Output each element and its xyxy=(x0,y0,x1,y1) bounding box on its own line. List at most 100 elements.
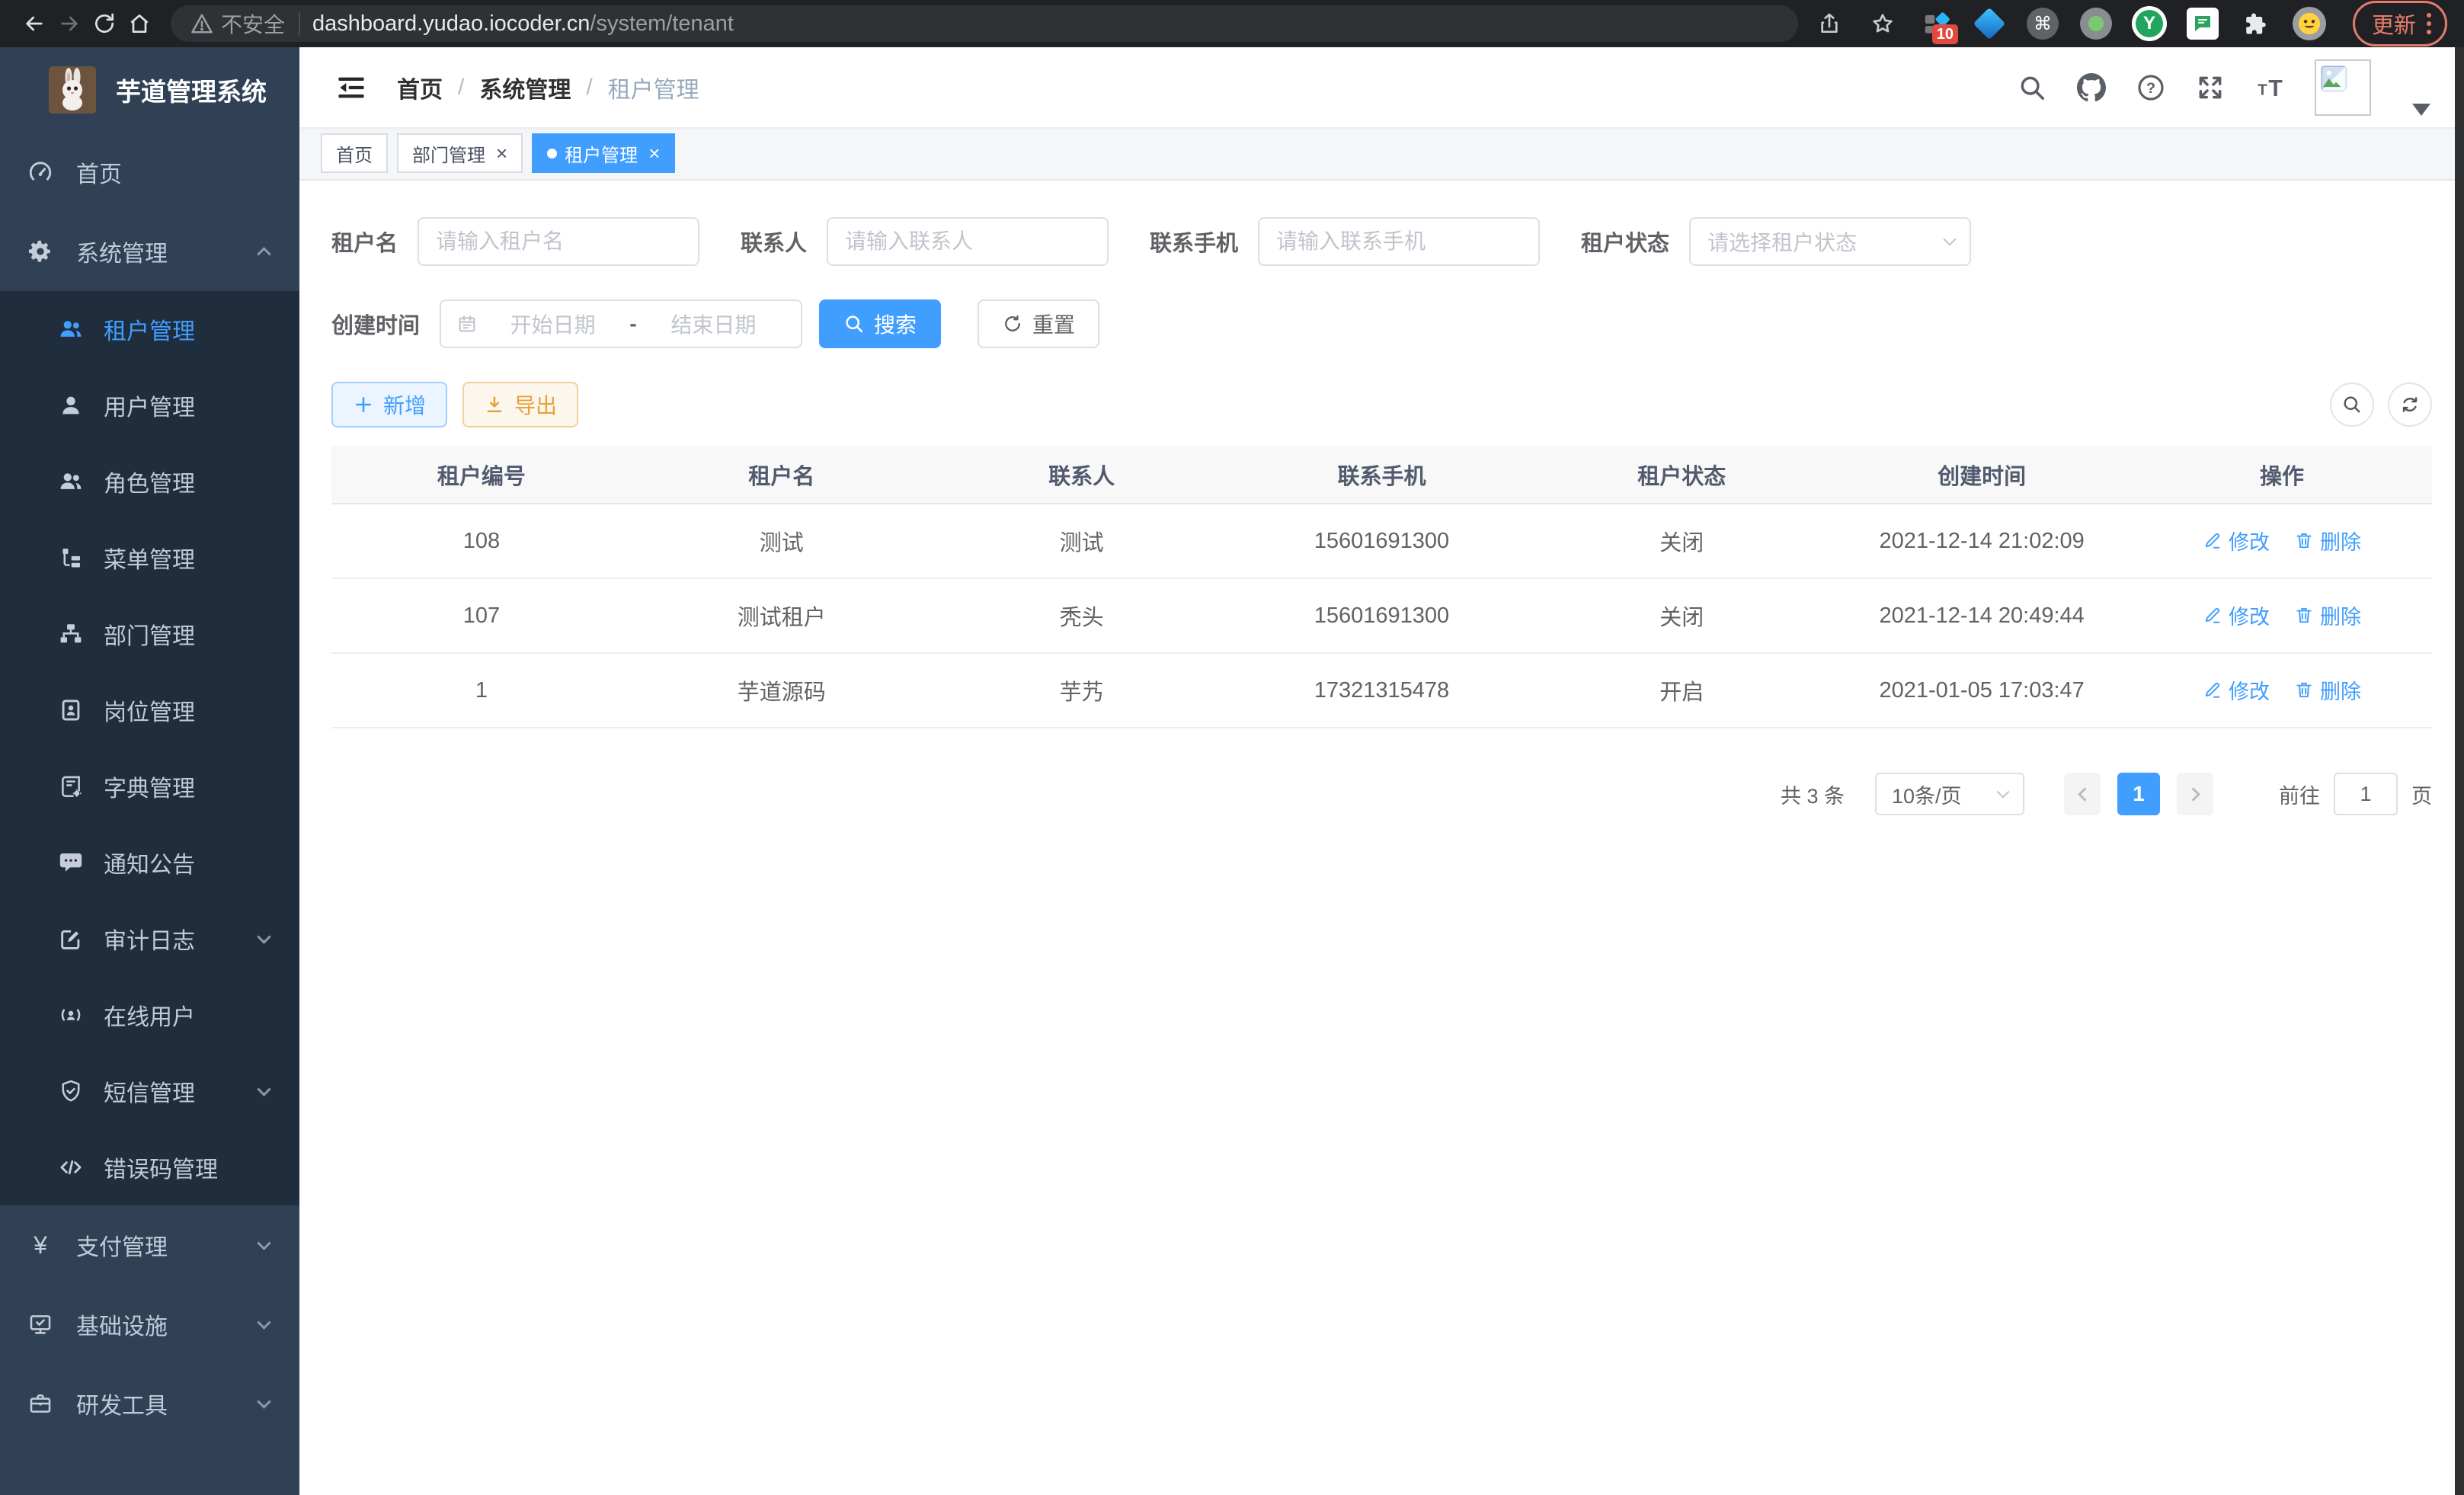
col-actions: 操作 xyxy=(2132,446,2432,504)
bookmark-button[interactable] xyxy=(1865,6,1900,41)
browser-reload-button[interactable] xyxy=(87,6,122,41)
chat-icon xyxy=(2191,12,2214,35)
mobile-input[interactable] xyxy=(1258,217,1540,266)
search-button[interactable]: 搜索 xyxy=(819,299,941,348)
sidebar-item-post[interactable]: 岗位管理 xyxy=(0,672,299,748)
cell-mobile: 15601691300 xyxy=(1232,578,1532,653)
sidebar-item-role[interactable]: 角色管理 xyxy=(0,443,299,520)
github-link[interactable] xyxy=(2077,73,2106,102)
extension-y-icon[interactable]: Y xyxy=(2132,6,2167,41)
sidebar-item-infrastructure[interactable]: 基础设施 xyxy=(0,1285,299,1364)
delete-row-button[interactable]: 删除 xyxy=(2294,526,2361,555)
chevron-down-icon xyxy=(259,934,269,944)
browser-forward-button[interactable] xyxy=(52,6,87,41)
browser-home-button[interactable] xyxy=(122,6,157,41)
tenant-name-input[interactable] xyxy=(418,217,699,266)
close-icon[interactable]: × xyxy=(496,143,507,163)
extension-dot-icon[interactable] xyxy=(2078,6,2114,41)
page-1-button[interactable]: 1 xyxy=(2117,773,2160,815)
breadcrumb-home[interactable]: 首页 xyxy=(397,71,443,104)
contact-input[interactable] xyxy=(827,217,1109,266)
prev-page-button[interactable] xyxy=(2064,773,2101,815)
extension-sketch-icon[interactable] xyxy=(1972,6,2007,41)
page-size-select[interactable]: 10条/页 xyxy=(1875,773,2024,815)
reset-button[interactable]: 重置 xyxy=(978,299,1099,348)
sidebar-collapse-button[interactable] xyxy=(322,72,380,103)
cell-tenant-name: 测试租户 xyxy=(632,578,932,653)
status-select[interactable]: 请选择租户状态 xyxy=(1689,217,1971,266)
start-date-placeholder: 开始日期 xyxy=(481,309,625,339)
sidebar-item-dict[interactable]: 字典管理 xyxy=(0,748,299,824)
table-row: 1 芋道源码 芋艿 17321315478 开启 2021-01-05 17:0… xyxy=(331,653,2432,728)
edit-row-button[interactable]: 修改 xyxy=(2203,600,2270,630)
refresh-table-button[interactable] xyxy=(2388,383,2432,427)
browser-scrollbar[interactable] xyxy=(2455,47,2464,1495)
sidebar-item-payment[interactable]: ¥ 支付管理 xyxy=(0,1205,299,1285)
sidebar-item-audit-log[interactable]: 审计日志 xyxy=(0,901,299,977)
sidebar-item-menu[interactable]: 菜单管理 xyxy=(0,520,299,596)
app-logo[interactable]: 芋道管理系统 xyxy=(0,47,299,133)
sidebar-item-user[interactable]: 用户管理 xyxy=(0,367,299,443)
users-icon xyxy=(58,316,84,342)
breadcrumb-system[interactable]: 系统管理 xyxy=(479,71,571,104)
browser-update-button[interactable]: 更新 xyxy=(2353,1,2447,46)
date-separator: - xyxy=(625,312,641,336)
sidebar-item-online-user[interactable]: 在线用户 xyxy=(0,977,299,1053)
cell-actions: 修改删除 xyxy=(2132,578,2432,653)
chevron-down-icon xyxy=(259,1399,269,1409)
reload-icon xyxy=(92,11,117,36)
sidebar-item-label: 通知公告 xyxy=(104,846,195,879)
fullscreen-button[interactable] xyxy=(2196,73,2225,102)
tab-dept[interactable]: 部门管理 × xyxy=(397,133,523,173)
edit-row-button[interactable]: 修改 xyxy=(2203,675,2270,705)
browser-back-button[interactable] xyxy=(17,6,52,41)
avatar-dropdown-caret[interactable] xyxy=(2412,104,2430,116)
create-time-range-picker[interactable]: 开始日期 - 结束日期 xyxy=(440,299,802,348)
cell-created: 2021-12-14 20:49:44 xyxy=(1832,578,2132,653)
close-icon[interactable]: × xyxy=(648,143,660,163)
extension-chat-icon[interactable] xyxy=(2185,6,2220,41)
sidebar-item-system[interactable]: 系统管理 xyxy=(0,212,299,291)
goto-page-input[interactable] xyxy=(2334,773,2398,815)
browser-menu-icon[interactable] xyxy=(2427,13,2431,34)
cell-status: 关闭 xyxy=(1531,578,1832,653)
col-status: 租户状态 xyxy=(1531,446,1832,504)
delete-row-button[interactable]: 删除 xyxy=(2294,675,2361,705)
avatar[interactable] xyxy=(2315,59,2371,116)
show-search-toggle-button[interactable] xyxy=(2330,383,2374,427)
cell-tenant-id: 107 xyxy=(331,578,632,653)
sidebar-item-notice[interactable]: 通知公告 xyxy=(0,824,299,901)
tab-home[interactable]: 首页 xyxy=(321,133,388,173)
search-button-label: 搜索 xyxy=(874,309,917,339)
extension-emoji-icon[interactable] xyxy=(2292,6,2327,41)
sidebar-item-dept[interactable]: 部门管理 xyxy=(0,596,299,672)
url-bar[interactable]: 不安全 dashboard.yudao.iocoder.cn/system/te… xyxy=(171,5,1798,42)
sidebar-item-label: 系统管理 xyxy=(76,235,168,268)
extension-pinned-icon[interactable]: 10 xyxy=(1918,6,1954,41)
sidebar-item-sms[interactable]: 短信管理 xyxy=(0,1053,299,1129)
help-button[interactable]: ? xyxy=(2136,73,2165,102)
sidebar-submenu-system: 租户管理 用户管理 角色管理 菜单管理 部门管理 xyxy=(0,291,299,1205)
cell-tenant-name: 测试 xyxy=(632,504,932,578)
next-page-button[interactable] xyxy=(2177,773,2213,815)
tab-tenant[interactable]: 租户管理 × xyxy=(532,133,675,173)
cell-actions: 修改删除 xyxy=(2132,504,2432,578)
share-button[interactable] xyxy=(1812,6,1847,41)
extension-puzzle-icon[interactable] xyxy=(2238,6,2274,41)
export-button[interactable]: 导出 xyxy=(462,382,578,427)
edit-row-button[interactable]: 修改 xyxy=(2203,526,2270,555)
sidebar-item-home[interactable]: 首页 xyxy=(0,133,299,212)
delete-row-button[interactable]: 删除 xyxy=(2294,600,2361,630)
sidebar-item-dev-tools[interactable]: 研发工具 xyxy=(0,1364,299,1443)
contact-label: 联系人 xyxy=(741,226,807,258)
refresh-icon xyxy=(2399,394,2421,415)
chevron-down-icon xyxy=(259,1087,269,1096)
fullscreen-icon xyxy=(2196,73,2225,102)
font-size-button[interactable]: TT xyxy=(2255,73,2284,102)
extension-command-icon[interactable]: ⌘ xyxy=(2025,6,2060,41)
cell-created: 2021-12-14 21:02:09 xyxy=(1832,504,2132,578)
header-search-button[interactable] xyxy=(2018,73,2046,102)
sidebar-item-tenant[interactable]: 租户管理 xyxy=(0,291,299,367)
sidebar-item-error-code[interactable]: 错误码管理 xyxy=(0,1129,299,1205)
add-button[interactable]: 新增 xyxy=(331,382,447,427)
